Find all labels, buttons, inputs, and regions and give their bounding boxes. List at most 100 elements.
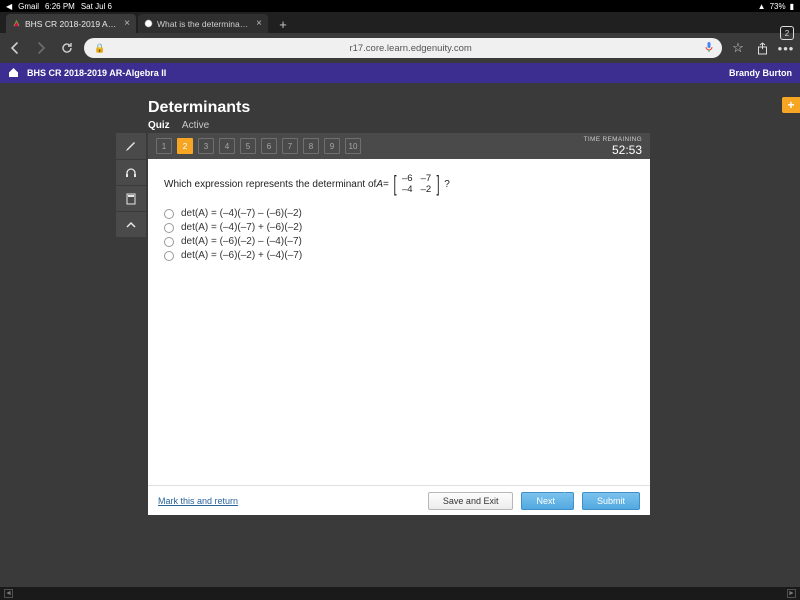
question-panel: Which expression represents the determin… [148,159,650,515]
back-to-app-chevron-icon[interactable]: ◀ [6,2,12,11]
variable-name: A [376,179,383,190]
share-button[interactable] [754,40,770,56]
battery-percent: 73% [770,2,786,11]
left-bracket-icon: [ [393,175,396,193]
forward-button [32,39,50,57]
tab-count-button[interactable]: 2 [780,26,794,40]
wifi-icon: ▲ [758,2,766,11]
side-toolbar [116,133,146,237]
question-prompt: Which expression represents the determin… [148,159,650,201]
question-nav-6[interactable]: 6 [261,138,277,154]
plus-icon: + [279,17,287,32]
ellipsis-icon: ••• [778,41,795,56]
next-button[interactable]: Next [521,492,574,510]
answer-option[interactable]: det(A) = (–6)(–2) + (–4)(–7) [164,250,634,261]
reload-icon [60,41,74,55]
question-nav-2[interactable]: 2 [177,138,193,154]
question-nav-4[interactable]: 4 [219,138,235,154]
audio-tool[interactable] [116,159,146,185]
prompt-after: ? [444,179,450,190]
radio-icon [164,223,174,233]
question-nav-8[interactable]: 8 [303,138,319,154]
question-nav-9[interactable]: 9 [324,138,340,154]
back-button[interactable] [6,39,24,57]
browser-toolbar: 🔒 r17.core.learn.edgenuity.com ☆ ••• [0,33,800,63]
prev-activity-button[interactable]: ◄ [4,589,13,598]
browser-tab-1[interactable]: BHS CR 2018-2019 AR-Alg… × [6,14,136,33]
activity-status: Active [182,120,209,131]
radio-icon [164,251,174,261]
question-nav-1[interactable]: 1 [156,138,172,154]
lesson-title: Determinants [148,99,650,117]
mark-return-link[interactable]: Mark this and return [158,496,238,506]
calculator-icon [124,192,138,206]
plus-icon: + [787,98,794,112]
answer-options: det(A) = (–4)(–7) – (–6)(–2) det(A) = (–… [148,201,650,268]
option-text: det(A) = (–4)(–7) – (–6)(–2) [181,208,302,219]
panel-footer: Mark this and return Save and Exit Next … [148,485,650,515]
question-nav-5[interactable]: 5 [240,138,256,154]
ios-status-bar: ◀ Gmail 6:26 PM Sat Jul 6 ▲ 73% ▮ [0,0,800,12]
home-button[interactable] [8,67,19,80]
triangle-left-icon: ◄ [5,590,12,597]
course-title: BHS CR 2018-2019 AR-Algebra II [27,68,729,78]
tab-title: BHS CR 2018-2019 AR-Alg… [25,19,120,29]
activity-kind: Quiz [148,120,170,131]
pencil-icon [124,139,138,153]
next-activity-button[interactable]: ► [787,589,796,598]
radio-icon [164,237,174,247]
right-bracket-icon: ] [437,175,440,193]
favicon-icon [12,19,21,28]
chevron-up-icon [124,218,138,232]
collapse-tool[interactable] [116,211,146,237]
status-date: Sat Jul 6 [81,2,112,11]
close-icon[interactable]: × [252,18,262,29]
menu-button[interactable]: ••• [778,40,794,56]
chevron-left-icon [8,41,22,55]
bookmark-button[interactable]: ☆ [730,40,746,56]
os-bottom-bar: ◄ ► [0,587,800,600]
answer-option[interactable]: det(A) = (–4)(–7) – (–6)(–2) [164,208,634,219]
highlighter-tool[interactable] [116,133,146,159]
lesson-header: Determinants Quiz Active [148,99,650,131]
answer-option[interactable]: det(A) = (–6)(–2) – (–4)(–7) [164,236,634,247]
calculator-tool[interactable] [116,185,146,211]
matrix-cell: –6 [398,173,417,184]
content-stage: + Determinants Quiz Active 1 2 3 4 5 6 7… [0,83,800,587]
timer-label: TIME REMAINING [584,136,642,143]
star-icon: ☆ [732,40,744,56]
timer-value: 52:53 [584,143,642,157]
question-nav-3[interactable]: 3 [198,138,214,154]
option-text: det(A) = (–6)(–2) + (–4)(–7) [181,250,302,261]
option-text: det(A) = (–4)(–7) + (–6)(–2) [181,222,302,233]
user-name[interactable]: Brandy Burton [729,68,792,78]
add-tool-button[interactable]: + [782,97,800,113]
reload-button[interactable] [58,39,76,57]
back-to-app-label[interactable]: Gmail [18,2,39,11]
radio-icon [164,209,174,219]
option-text: det(A) = (–6)(–2) – (–4)(–7) [181,236,302,247]
timer: TIME REMAINING 52:53 [584,136,642,157]
mic-icon[interactable] [704,41,714,56]
new-tab-button[interactable]: + [274,15,292,33]
address-bar[interactable]: 🔒 r17.core.learn.edgenuity.com [84,38,722,58]
question-nav-10[interactable]: 10 [345,138,361,154]
close-icon[interactable]: × [120,18,130,29]
share-icon [756,42,769,55]
browser-tab-2[interactable]: What is the determinant of × [138,14,268,33]
matrix-cell: –4 [398,184,417,195]
answer-option[interactable]: det(A) = (–4)(–7) + (–6)(–2) [164,222,634,233]
matrix: [ –6–7 –4–2 ] [392,173,441,195]
url-text: r17.core.learn.edgenuity.com [109,43,712,54]
question-nav-7[interactable]: 7 [282,138,298,154]
course-header: BHS CR 2018-2019 AR-Algebra II Brandy Bu… [0,63,800,83]
tab-title: What is the determinant of [157,19,252,29]
question-nav-bar: 1 2 3 4 5 6 7 8 9 10 TIME REMAINING 52:5… [148,133,650,159]
submit-button[interactable]: Submit [582,492,640,510]
battery-icon: ▮ [790,2,794,11]
matrix-cell: –7 [417,173,436,184]
triangle-right-icon: ► [788,590,795,597]
chevron-right-icon [34,41,48,55]
prompt-text: Which expression represents the determin… [164,179,376,190]
save-exit-button[interactable]: Save and Exit [428,492,514,510]
